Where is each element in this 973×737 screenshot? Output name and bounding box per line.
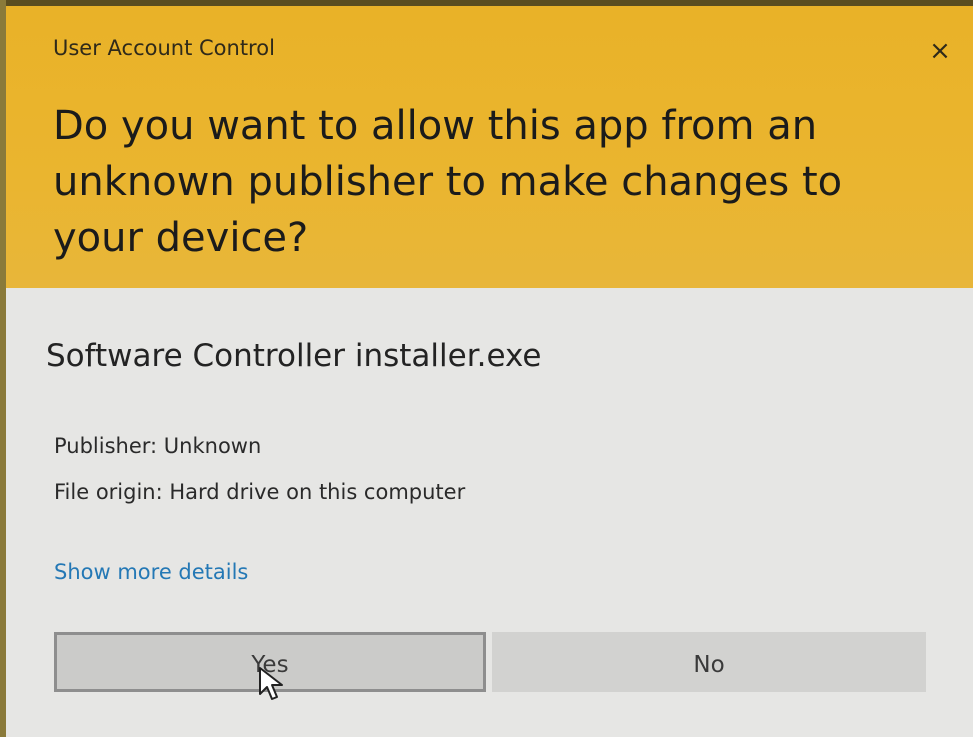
dialog-header: User Account Control × Do you want to al…: [6, 6, 973, 288]
screen: User Account Control × Do you want to al…: [0, 0, 973, 737]
no-button[interactable]: No: [492, 632, 926, 692]
file-origin-text: File origin: Hard drive on this computer: [54, 480, 466, 504]
question-text: Do you want to allow this app from an un…: [53, 103, 843, 261]
dialog-body: Software Controller installer.exe Publis…: [6, 288, 973, 737]
mouse-pointer-icon: [259, 667, 283, 700]
dialog-title: User Account Control: [53, 36, 275, 60]
app-name: Software Controller installer.exe: [46, 338, 542, 374]
publisher-text: Publisher: Unknown: [54, 434, 262, 458]
close-icon[interactable]: ×: [925, 36, 955, 66]
uac-dialog: User Account Control × Do you want to al…: [6, 6, 973, 737]
show-more-details-link[interactable]: Show more details: [54, 560, 248, 584]
